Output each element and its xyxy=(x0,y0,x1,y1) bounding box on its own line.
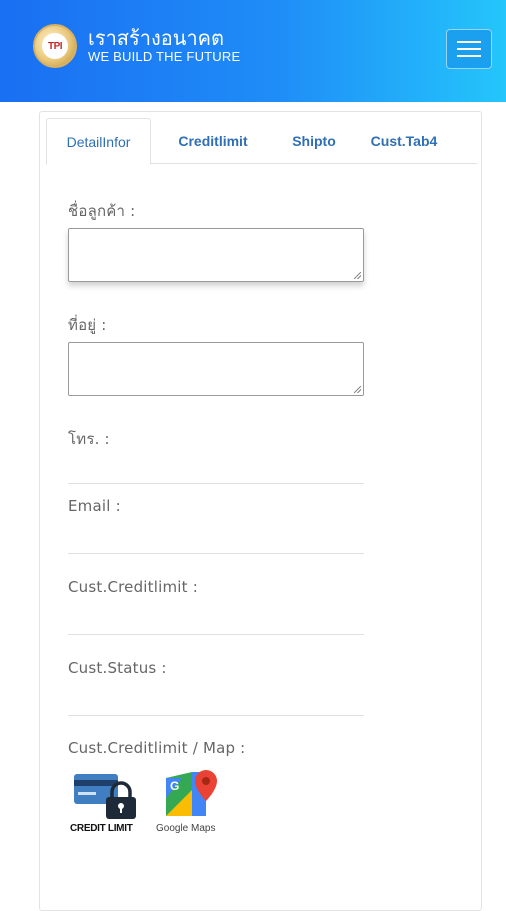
creditlimit-map-label: Cust.Creditlimit / Map : xyxy=(68,739,246,757)
credit-limit-caption: CREDIT LIMIT xyxy=(70,823,133,834)
customer-name-label: ชื่อลูกค้า : xyxy=(68,202,136,220)
tab-creditlimit[interactable]: Creditlimit xyxy=(158,118,268,164)
divider xyxy=(68,553,364,554)
creditlimit-label: Cust.Creditlimit : xyxy=(68,578,198,596)
logo-text: TPI xyxy=(42,33,68,59)
credit-card-lock-icon xyxy=(74,774,136,819)
menu-bar xyxy=(457,41,481,43)
divider xyxy=(68,634,364,635)
brand-title: เราสร้างอนาคต xyxy=(88,26,225,50)
tab-bar: DetailInfor Creditlimit Shipto Cust.Tab4 xyxy=(46,118,477,165)
resize-handle-icon[interactable] xyxy=(354,272,361,279)
status-label: Cust.Status : xyxy=(68,659,167,677)
google-maps-caption: Google Maps xyxy=(156,823,216,834)
tab-cust-tab4[interactable]: Cust.Tab4 xyxy=(356,118,452,164)
app-header: TPI เราสร้างอนาคต WE BUILD THE FUTURE xyxy=(0,0,506,102)
svg-text:G: G xyxy=(170,779,179,793)
google-maps-link[interactable]: G Google Maps xyxy=(154,768,228,838)
address-label: ที่อยู่ : xyxy=(68,316,107,334)
menu-bar xyxy=(457,48,481,50)
email-label: Email : xyxy=(68,497,121,515)
brand-logo[interactable]: TPI xyxy=(33,24,77,68)
resize-handle-icon[interactable] xyxy=(354,386,361,393)
address-input[interactable] xyxy=(68,342,364,396)
phone-label: โทร. : xyxy=(68,430,110,448)
google-maps-icon: G xyxy=(166,770,217,816)
divider xyxy=(68,715,364,716)
tab-shipto[interactable]: Shipto xyxy=(268,118,360,164)
credit-limit-link[interactable]: CREDIT LIMIT xyxy=(68,770,144,836)
menu-bar xyxy=(457,55,481,57)
tab-detailinfor[interactable]: DetailInfor xyxy=(46,118,151,165)
hamburger-menu-icon[interactable] xyxy=(446,29,492,69)
divider xyxy=(68,483,364,484)
customer-name-input[interactable] xyxy=(68,228,364,282)
brand-subtitle: WE BUILD THE FUTURE xyxy=(88,49,241,64)
customer-detail-card: DetailInfor Creditlimit Shipto Cust.Tab4… xyxy=(39,111,482,911)
